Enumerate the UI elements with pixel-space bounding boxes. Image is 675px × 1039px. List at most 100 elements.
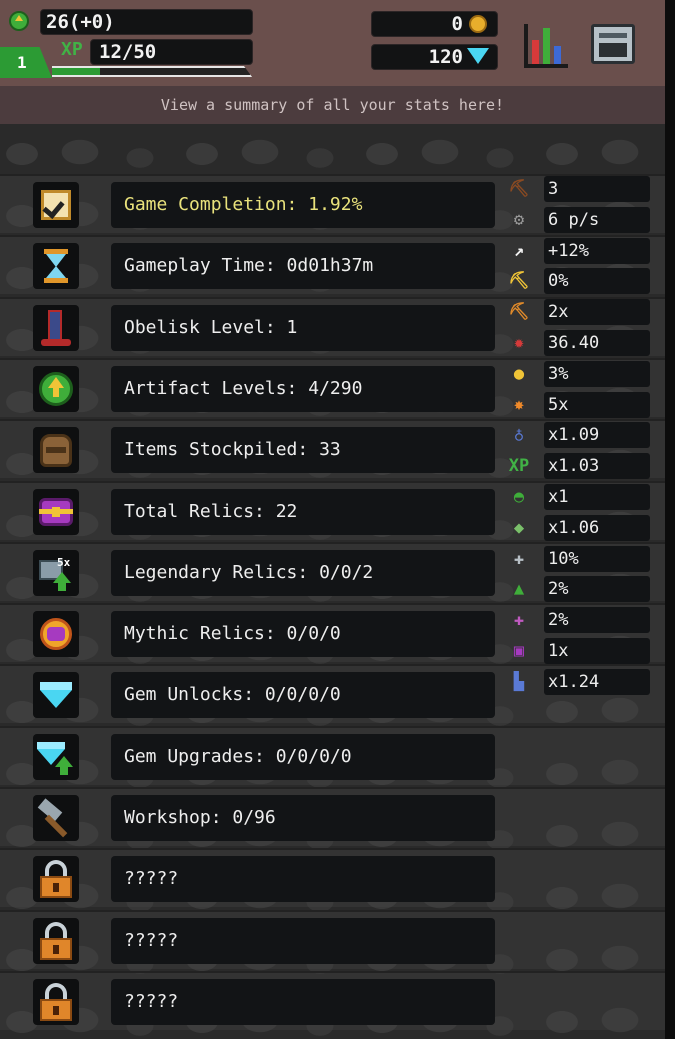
crit-pickaxe-icon: ⛏ bbox=[508, 302, 530, 323]
stat-label: ????? bbox=[111, 856, 495, 903]
bonus-stat: XP x1.03 bbox=[506, 453, 650, 480]
padlock-icon bbox=[33, 978, 79, 1025]
bonus-stat: ● 3% bbox=[506, 360, 650, 387]
bonus-stat: ⚙ 6 p/s bbox=[506, 206, 650, 233]
hammer-icon bbox=[33, 795, 79, 841]
bonus-stat-value: x1.09 bbox=[544, 422, 650, 449]
upgrade-arrow-icon: ▲ bbox=[513, 579, 525, 600]
stat-label: Mythic Relics: 0/0/0 bbox=[111, 611, 495, 658]
bonus-stat-value: 3% bbox=[544, 360, 650, 387]
stat-row: ????? bbox=[0, 848, 665, 908]
relic-multi-icon: ▣ bbox=[513, 641, 525, 661]
diamond-icon bbox=[467, 48, 489, 64]
stat-label: Items Stockpiled: 33 bbox=[111, 427, 495, 474]
miner-plus-icon: ✚ bbox=[513, 548, 525, 569]
stat-row: ????? bbox=[0, 909, 665, 969]
bonus-stat-value: 36.40 bbox=[544, 330, 650, 356]
bonus-stat-value: x1.03 bbox=[544, 453, 650, 480]
stat-label: ????? bbox=[111, 978, 495, 1025]
legendary-relic-icon: 5x bbox=[33, 549, 79, 596]
bonus-stat: ⛏ 3 bbox=[506, 176, 650, 202]
hourglass-icon bbox=[33, 243, 79, 290]
level-display: 26(+0) bbox=[40, 9, 253, 35]
gem-icon bbox=[33, 672, 79, 719]
bonus-stat: ▣ 1x bbox=[506, 638, 650, 664]
bonus-stat-value: x1.24 bbox=[544, 668, 650, 695]
bonus-stat: ⛏ 2x bbox=[506, 299, 650, 326]
xp-display: 12/50 bbox=[90, 39, 253, 65]
obelisk-icon bbox=[33, 304, 79, 351]
bonus-stat: ⛏ 0% bbox=[506, 268, 650, 295]
stat-label: Game Completion: 1.92% bbox=[111, 182, 495, 228]
artifact-arrow-icon bbox=[33, 365, 79, 412]
stat-label: Total Relics: 22 bbox=[111, 488, 495, 535]
bonus-stat-value: 3 bbox=[544, 176, 650, 202]
bonus-stat: ◓ x1 bbox=[506, 484, 650, 510]
stat-label: Artifact Levels: 4/290 bbox=[111, 365, 495, 412]
bonus-stat: ◆ x1.06 bbox=[506, 514, 650, 541]
bomb-icon: ● bbox=[513, 363, 525, 384]
bonus-stat-value: x1 bbox=[544, 484, 650, 510]
bonus-stat: ▙ x1.24 bbox=[506, 668, 650, 695]
stat-label: Workshop: 0/96 bbox=[111, 795, 495, 841]
bonus-stat-value: 2% bbox=[544, 576, 650, 603]
stat-label: Obelisk Level: 1 bbox=[111, 304, 495, 351]
stat-row: Workshop: 0/96 bbox=[0, 787, 665, 846]
level-up-icon bbox=[9, 11, 29, 31]
bonus-stat-value: x1.06 bbox=[544, 514, 650, 541]
bonus-stat: ✹ 36.40 bbox=[506, 330, 650, 356]
auto-miner-icon: ⚙ bbox=[513, 209, 525, 230]
bonus-stat-value: +12% bbox=[544, 237, 650, 264]
speed-boot-icon: ▙ bbox=[513, 671, 525, 692]
menu-screen-button[interactable] bbox=[591, 24, 635, 64]
fire-icon: ✸ bbox=[513, 394, 525, 415]
chart-axis-y bbox=[524, 24, 528, 68]
screen-edge bbox=[665, 0, 675, 1039]
stats-chart-button[interactable] bbox=[524, 22, 568, 68]
white-pickaxe-icon: ↗ bbox=[513, 240, 525, 261]
stat-row: Gem Upgrades: 0/0/0/0 bbox=[0, 725, 665, 785]
hint-banner: View a summary of all your stats here! bbox=[0, 84, 665, 124]
ore-icon: ◆ bbox=[513, 517, 525, 538]
xp-progress-fill bbox=[52, 68, 100, 75]
bonus-stat: ♁ x1.09 bbox=[506, 422, 650, 449]
bonus-stat-value: 0% bbox=[544, 268, 650, 295]
gem-upgrade-icon bbox=[33, 733, 79, 780]
xp-label: XP bbox=[61, 39, 83, 60]
potion-icon: ♁ bbox=[513, 425, 525, 446]
top-hud: 26(+0) XP 12/50 1 0 120 bbox=[0, 0, 665, 84]
xp-icon: XP bbox=[508, 456, 530, 477]
bonus-stat: ✸ 5x bbox=[506, 391, 650, 418]
bonus-stat-value: 10% bbox=[544, 545, 650, 572]
mythic-relic-icon bbox=[33, 611, 79, 658]
bonus-stat: ✚ 10% bbox=[506, 545, 650, 572]
gold-pickaxe-icon: ⛏ bbox=[508, 271, 530, 292]
xp-progress-bar bbox=[52, 66, 252, 77]
bonus-stat-value: 5x bbox=[544, 391, 650, 418]
bonus-stat-value: 6 p/s bbox=[544, 206, 650, 233]
damage-burst-icon: ✹ bbox=[513, 333, 525, 353]
stat-label: Gem Unlocks: 0/0/0/0 bbox=[111, 672, 495, 719]
sack-icon bbox=[33, 427, 79, 474]
padlock-icon bbox=[33, 917, 79, 964]
chart-bar-blue bbox=[554, 46, 561, 64]
stat-label: Legendary Relics: 0/0/2 bbox=[111, 549, 495, 596]
padlock-icon bbox=[33, 856, 79, 903]
chart-bar-red bbox=[532, 40, 539, 64]
chart-axis-x bbox=[524, 64, 568, 68]
chart-bar-green bbox=[543, 28, 550, 64]
bonus-stat-value: 1x bbox=[544, 638, 650, 664]
bonus-stat-value: 2% bbox=[544, 607, 650, 634]
checkbox-icon bbox=[33, 182, 79, 228]
pickaxe-icon: ⛏ bbox=[508, 179, 530, 199]
helmet-icon: ◓ bbox=[513, 487, 525, 507]
stat-label: ????? bbox=[111, 917, 495, 964]
chest-icon bbox=[33, 488, 79, 535]
bonus-stat: ↗ +12% bbox=[506, 237, 650, 264]
bonus-stat: ▲ 2% bbox=[506, 576, 650, 603]
level-tab-label: 1 bbox=[17, 53, 27, 72]
stat-row: ????? bbox=[0, 970, 665, 1030]
coin-icon bbox=[469, 15, 487, 33]
stat-label: Gameplay Time: 0d01h37m bbox=[111, 243, 495, 290]
relic-plus-icon: ✚ bbox=[513, 610, 525, 631]
